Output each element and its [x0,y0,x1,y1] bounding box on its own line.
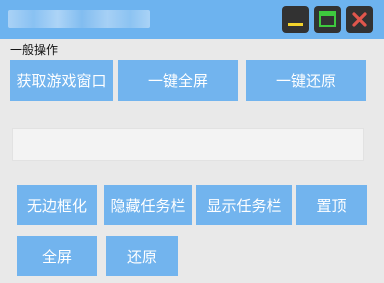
one-key-restore-button[interactable]: 一键还原 [246,60,366,101]
pin-top-button[interactable]: 置顶 [296,185,367,225]
borderless-button[interactable]: 无边框化 [17,185,97,225]
fullscreen-button[interactable]: 全屏 [17,236,97,276]
maximize-icon [319,11,336,27]
restore-button[interactable]: 还原 [106,236,178,276]
window-title-redacted [8,10,150,28]
output-text-box[interactable] [12,128,364,161]
title-bar[interactable] [0,0,384,39]
app-window: 一般操作 获取游戏窗口 一键全屏 一键还原 无边框化 隐藏任务栏 显示任务栏 置… [0,0,384,283]
hide-taskbar-button[interactable]: 隐藏任务栏 [104,185,192,225]
section-label-general: 一般操作 [10,43,59,57]
one-key-fullscreen-button[interactable]: 一键全屏 [118,60,238,101]
close-button[interactable] [346,6,373,33]
show-taskbar-button[interactable]: 显示任务栏 [196,185,292,225]
minimize-button[interactable] [282,6,309,33]
close-icon [352,12,367,27]
get-game-window-button[interactable]: 获取游戏窗口 [10,60,113,101]
minimize-icon [288,23,303,26]
maximize-button[interactable] [314,6,341,33]
